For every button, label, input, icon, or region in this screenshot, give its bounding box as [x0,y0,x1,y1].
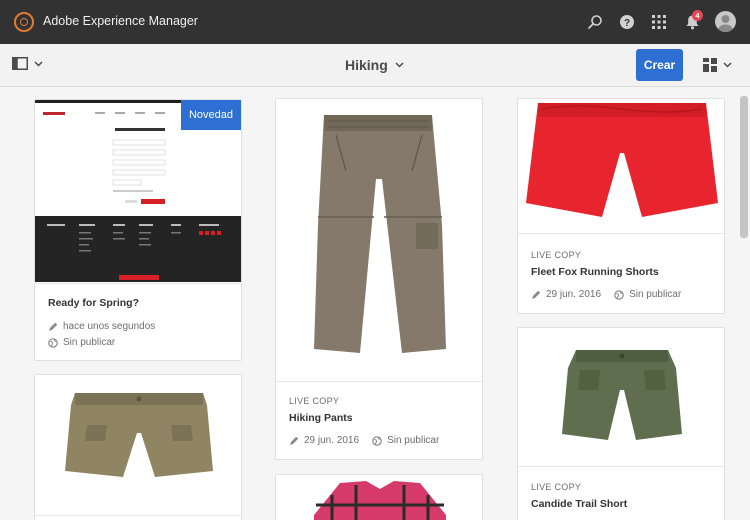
card-context: LIVE COPY [531,482,582,492]
chevron-down-icon [723,62,732,68]
modified-date: 29 jun. 2016 [546,289,602,300]
pencil-icon [290,436,299,445]
card-ready-for-spring[interactable]: Novedad Ready for Spring? hace unos segu… [34,99,242,361]
new-badge: Novedad [181,100,241,130]
status-text: Sin publicar [63,337,116,348]
help-icon[interactable]: ? [617,12,637,32]
scrollbar-thumb[interactable] [740,96,748,238]
product-thumbnail [276,99,482,381]
view-switcher[interactable] [703,58,732,72]
status-text: Sin publicar [629,289,682,300]
modified-info: 29 jun. 2016 Sin publicar [289,435,439,446]
card-context: LIVE COPY [289,396,340,406]
product-thumbnail [518,328,724,466]
card-candide-trail-short[interactable]: LIVE COPY Candide Trail Short [517,327,725,520]
chevron-down-icon [34,60,43,67]
card-hiking-pants[interactable]: LIVE COPY Hiking Pants 29 jun. 2016 Sin … [275,98,483,460]
card-info: LIVE COPY Fleet Fox Running Shorts 29 ju… [518,233,724,313]
shell-header: Adobe Experience Manager ? 4 [0,0,750,44]
card-title: Hiking Pants [289,412,353,424]
status-text: Sin publicar [387,435,440,446]
rail-icon [12,57,28,70]
search-icon[interactable] [585,12,605,32]
modified-info: 29 jun. 2016 Sin publicar [531,289,681,300]
globe-icon [48,337,58,348]
notification-count-badge: 4 [692,10,703,21]
publish-status: Sin publicar [48,337,115,348]
card-title: Ready for Spring? [48,297,140,309]
page-title-dropdown[interactable]: Hiking [345,57,404,73]
card-info: Ready for Spring? hace unos segundos Sin… [35,283,241,360]
aem-logo-icon[interactable] [14,12,34,32]
product-thumbnail [276,475,482,520]
card-info: LIVE COPY Candide Trail Short [518,466,724,520]
page-title: Hiking [345,57,388,73]
svg-text:?: ? [624,18,630,29]
product-thumbnail [35,375,241,515]
modified-info: hace unos segundos [48,321,155,332]
pencil-icon [532,290,541,299]
card-fleet-fox-running-shorts[interactable]: LIVE COPY Fleet Fox Running Shorts 29 ju… [517,98,725,314]
card-info: LIVE COPY Hiking Pants 29 jun. 2016 Sin … [276,381,482,459]
rail-toggle-button[interactable] [12,57,43,70]
modified-date: 29 jun. 2016 [304,435,360,446]
solutions-grid-icon[interactable] [649,12,669,32]
modified-date: hace unos segundos [63,321,156,332]
chevron-down-icon [395,62,404,68]
pencil-icon [49,322,58,331]
app-title[interactable]: Adobe Experience Manager [43,14,198,28]
globe-icon [614,289,624,300]
card-view-icon [703,58,717,72]
user-avatar[interactable] [715,11,736,32]
card-context: LIVE COPY [531,250,582,260]
globe-icon [372,435,382,446]
card-title: Fleet Fox Running Shorts [531,266,659,278]
card-khaki-shorts[interactable] [34,374,242,520]
product-thumbnail [518,99,724,233]
create-button[interactable]: Crear [636,49,683,81]
card-plaid-shirt[interactable] [275,474,483,520]
card-title: Candide Trail Short [531,498,628,510]
